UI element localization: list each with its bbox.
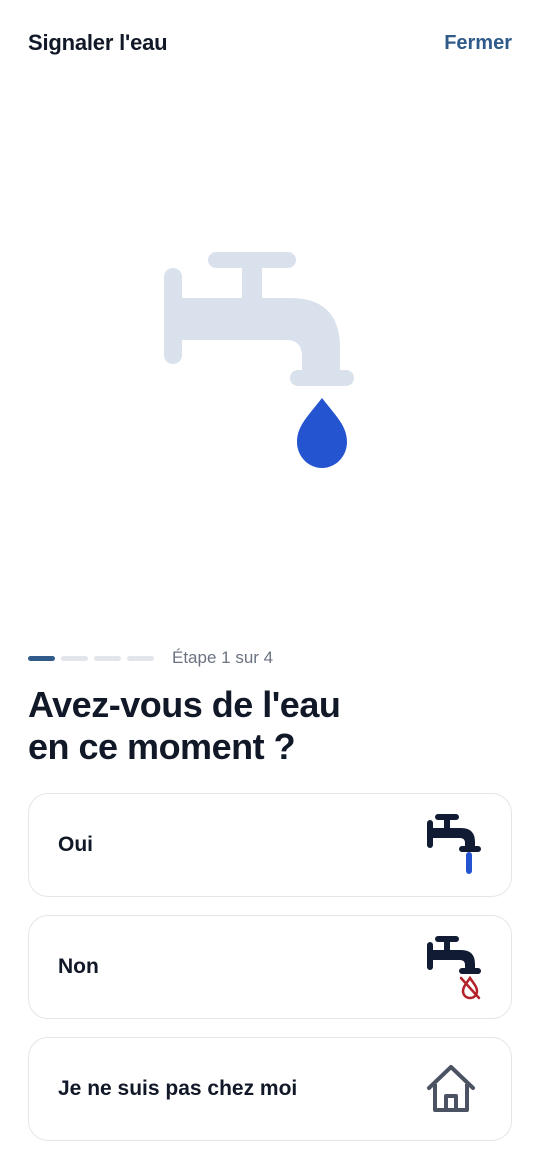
question-line-2: en ce moment ? <box>28 726 296 767</box>
progress-segment-3 <box>94 655 121 661</box>
faucet-illustration <box>160 248 360 474</box>
faucet-running-icon <box>421 812 481 878</box>
screen: Signaler l'eau Fermer Étape 1 sur 4 Avez… <box>0 0 540 1169</box>
option-label: Oui <box>58 833 93 856</box>
option-label: Non <box>58 955 99 978</box>
close-button[interactable]: Fermer <box>444 32 512 55</box>
page-title: Signaler l'eau <box>28 30 168 55</box>
option-yes-button[interactable]: Oui <box>28 793 512 897</box>
option-not-home-button[interactable]: Je ne suis pas chez moi <box>28 1037 512 1141</box>
step-label: Étape 1 sur 4 <box>172 648 274 667</box>
progress-segment-4 <box>127 655 154 661</box>
header: Signaler l'eau Fermer <box>0 0 540 86</box>
progress-segment-1 <box>28 655 55 661</box>
step-progress: Étape 1 sur 4 <box>28 646 273 670</box>
question-line-1: Avez-vous de l'eau <box>28 684 341 725</box>
option-no-button[interactable]: Non <box>28 915 512 1019</box>
question-heading: Avez-vous de l'eau en ce moment ? <box>28 684 508 768</box>
faucet-drop-icon <box>164 252 354 468</box>
house-icon <box>421 1056 481 1122</box>
faucet-no-water-icon <box>421 934 481 1000</box>
option-label: Je ne suis pas chez moi <box>58 1077 298 1100</box>
progress-segment-2 <box>61 655 88 661</box>
